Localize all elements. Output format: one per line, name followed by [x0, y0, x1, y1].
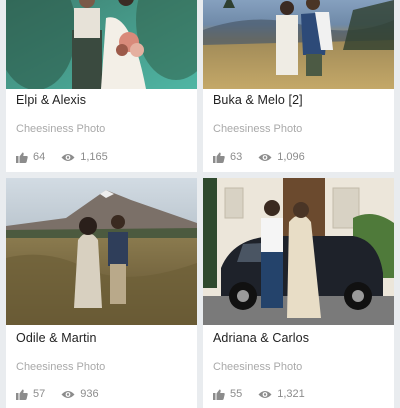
views-count: 936	[80, 388, 99, 400]
project-card[interactable]: Adriana & Carlos Cheesiness Photo 55 1,3…	[203, 178, 394, 408]
project-card[interactable]: Buka & Melo [2] Cheesiness Photo 63 1,09…	[203, 0, 394, 172]
thumbs-up-icon	[213, 389, 225, 400]
project-stats: 57 936	[16, 388, 115, 400]
thumbs-up-icon	[16, 389, 28, 400]
project-title[interactable]: Odile & Martin	[16, 331, 97, 345]
likes-count: 64	[33, 151, 46, 163]
views-stat: 1,165	[61, 151, 108, 163]
photographer-name[interactable]: Cheesiness Photo	[213, 123, 302, 135]
likes-stat[interactable]: 63	[213, 151, 242, 163]
project-stats: 63 1,096	[213, 151, 321, 163]
project-stats: 55 1,321	[213, 388, 321, 400]
views-stat: 1,096	[258, 151, 305, 163]
project-thumbnail[interactable]	[203, 178, 394, 325]
likes-count: 55	[230, 388, 243, 400]
likes-stat[interactable]: 64	[16, 151, 45, 163]
thumbs-up-icon	[16, 152, 28, 163]
eye-icon	[258, 153, 272, 161]
project-title[interactable]: Adriana & Carlos	[213, 331, 309, 345]
project-thumbnail[interactable]	[6, 178, 197, 325]
views-count: 1,096	[277, 151, 305, 163]
likes-count: 63	[230, 151, 243, 163]
thumbs-up-icon	[213, 152, 225, 163]
views-stat: 936	[61, 388, 99, 400]
photographer-name[interactable]: Cheesiness Photo	[213, 361, 302, 373]
likes-count: 57	[33, 388, 46, 400]
eye-icon	[258, 390, 272, 398]
views-count: 1,165	[80, 151, 108, 163]
views-count: 1,321	[277, 388, 305, 400]
likes-stat[interactable]: 57	[16, 388, 45, 400]
likes-stat[interactable]: 55	[213, 388, 242, 400]
project-card[interactable]: Odile & Martin Cheesiness Photo 57 936	[6, 178, 197, 408]
project-title[interactable]: Buka & Melo [2]	[213, 93, 303, 107]
eye-icon	[61, 390, 75, 398]
views-stat: 1,321	[258, 388, 305, 400]
project-thumbnail[interactable]	[6, 0, 197, 89]
project-thumbnail[interactable]	[203, 0, 394, 89]
project-stats: 64 1,165	[16, 151, 124, 163]
eye-icon	[61, 153, 75, 161]
project-grid: Elpi & Alexis Cheesiness Photo 64 1,165	[0, 0, 400, 408]
project-title[interactable]: Elpi & Alexis	[16, 93, 86, 107]
project-card[interactable]: Elpi & Alexis Cheesiness Photo 64 1,165	[6, 0, 197, 172]
photographer-name[interactable]: Cheesiness Photo	[16, 361, 105, 373]
photographer-name[interactable]: Cheesiness Photo	[16, 123, 105, 135]
